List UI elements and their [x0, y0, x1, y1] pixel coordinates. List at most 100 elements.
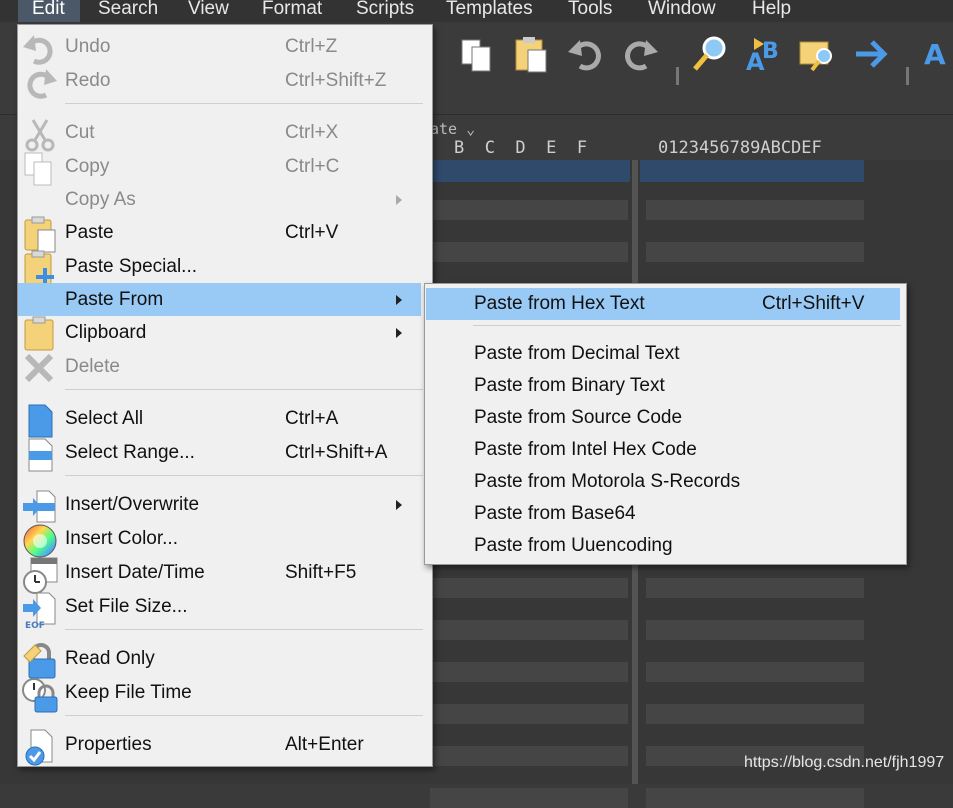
svg-text:EOF: EOF	[25, 621, 45, 628]
toolbar-separator	[906, 67, 909, 85]
lock-icon	[23, 643, 56, 679]
menu-format[interactable]: Format	[262, 0, 322, 22]
menu-window[interactable]: Window	[648, 0, 716, 22]
submenu-item-paste-from-binary-text[interactable]: Paste from Binary Text	[426, 370, 904, 402]
menu-item-properties[interactable]: Properties Alt+Enter	[18, 728, 430, 766]
hex-row-stripe	[430, 200, 628, 220]
find-in-files-toolbar-button[interactable]	[798, 34, 838, 74]
watermark: https://blog.csdn.net/fjh1997	[744, 754, 945, 771]
menu-item-read-only[interactable]: Read Only	[18, 642, 430, 679]
hex-row-stripe	[430, 704, 628, 724]
menu-item-undo[interactable]: Undo Ctrl+Z	[18, 30, 430, 65]
arrow-right-icon	[856, 40, 888, 68]
submenu-item-label: Paste from Hex Text	[474, 293, 645, 314]
menu-item-copy[interactable]: Copy Ctrl+C	[18, 150, 430, 186]
goto-toolbar-button[interactable]	[852, 34, 892, 74]
menu-item-set-file-size[interactable]: EOF Set File Size...	[18, 590, 430, 631]
submenu-item-paste-from-uuencoding[interactable]: Paste from Uuencoding	[426, 530, 904, 562]
file-size-icon: EOF	[23, 592, 56, 631]
submenu-item-shortcut: Ctrl+Shift+V	[762, 293, 865, 314]
menu-edit[interactable]: Edit	[18, 0, 80, 22]
submenu-item-label: Paste from Uuencoding	[474, 535, 673, 556]
cut-icon	[25, 119, 55, 152]
hex-row-stripe	[646, 788, 864, 808]
menu-item-clipboard[interactable]: Clipboard	[18, 316, 430, 351]
cut-icon-wrap	[21, 116, 59, 154]
submenu-item-paste-from-intel-hex-code[interactable]: Paste from Intel Hex Code	[426, 434, 904, 466]
delete-icon-wrap	[21, 350, 59, 388]
delete-icon	[24, 353, 54, 383]
menu-item-label: Delete	[65, 356, 120, 377]
menu-item-label: Insert Color...	[65, 528, 178, 549]
submenu-item-paste-from-decimal-text[interactable]: Paste from Decimal Text	[426, 338, 904, 370]
select-range-icon-wrap	[21, 436, 59, 474]
undo-toolbar-button[interactable]	[566, 34, 606, 74]
menu-item-insert-color[interactable]: Insert Color...	[18, 522, 430, 558]
menu-scripts[interactable]: Scripts	[356, 0, 414, 22]
menu-item-label: Select Range...	[65, 442, 195, 463]
calendar-clock-icon-wrap	[21, 556, 59, 594]
menu-item-keep-file-time[interactable]: Keep File Time	[18, 676, 430, 713]
menu-item-insert-overwrite[interactable]: Insert/Overwrite	[18, 488, 430, 523]
hex-row-stripe	[646, 704, 864, 724]
find-toolbar-button[interactable]	[690, 34, 730, 74]
submenu-item-label: Paste from Base64	[474, 503, 636, 524]
paste-icon-wrap	[21, 216, 59, 254]
menu-item-label: Cut	[65, 122, 95, 143]
select-range-icon	[28, 438, 53, 472]
hex-row-stripe	[646, 200, 864, 220]
select-all-icon	[28, 404, 53, 438]
menu-item-select-all[interactable]: Select All Ctrl+A	[18, 402, 430, 438]
copy-toolbar-button[interactable]	[458, 34, 498, 74]
menu-item-paste-from[interactable]: Paste From	[18, 283, 421, 316]
menu-separator	[65, 475, 423, 476]
menu-tools[interactable]: Tools	[568, 0, 612, 22]
menu-help[interactable]: Help	[752, 0, 791, 22]
menu-edit-label: Edit	[32, 0, 65, 19]
menu-view[interactable]: View	[188, 0, 229, 22]
paste-toolbar-button[interactable]	[512, 34, 552, 74]
submenu-item-paste-from-source-code[interactable]: Paste from Source Code	[426, 402, 904, 434]
submenu-item-paste-from-base64[interactable]: Paste from Base64	[426, 498, 904, 530]
copy-icon	[461, 39, 491, 72]
menu-item-cut[interactable]: Cut Ctrl+X	[18, 116, 430, 152]
menu-item-paste[interactable]: Paste Ctrl+V	[18, 216, 430, 253]
redo-toolbar-button[interactable]	[620, 34, 660, 74]
submenu-item-label: Paste from Decimal Text	[474, 343, 680, 364]
hex-row-stripe	[646, 242, 864, 262]
menu-item-copy-as[interactable]: Copy As	[18, 183, 430, 216]
paste-icon	[24, 216, 56, 253]
menu-item-label: Copy As	[65, 189, 136, 210]
menubar: Edit Search View Format Scripts Template…	[0, 0, 953, 22]
selected-row-ascii	[640, 160, 864, 182]
menu-templates[interactable]: Templates	[446, 0, 533, 22]
menu-item-paste-special[interactable]: Paste Special...	[18, 250, 430, 286]
template-dropdown[interactable]: ate ⌄	[430, 120, 475, 138]
font-toolbar-button[interactable]: A	[922, 34, 953, 74]
submenu-item-label: Paste from Binary Text	[474, 375, 665, 396]
menu-item-shortcut: Ctrl+V	[285, 222, 339, 243]
color-wheel-icon	[23, 524, 57, 558]
replace-toolbar-button[interactable]: AB	[744, 34, 784, 76]
chevron-down-icon: ⌄	[466, 120, 476, 138]
hex-row-stripe	[430, 620, 628, 640]
lock-icon-wrap	[21, 642, 59, 680]
submenu-item-paste-from-motorola-s-records[interactable]: Paste from Motorola S-Records	[426, 466, 904, 498]
menu-item-select-range[interactable]: Select Range... Ctrl+Shift+A	[18, 436, 430, 472]
menu-item-insert-date-time[interactable]: Insert Date/Time Shift+F5	[18, 556, 430, 594]
menu-item-redo[interactable]: Redo Ctrl+Shift+Z	[18, 64, 430, 99]
menu-search[interactable]: Search	[98, 0, 158, 22]
undo-icon	[23, 35, 53, 65]
submenu-arrow-icon	[396, 500, 402, 510]
hex-row-stripe	[646, 620, 864, 640]
undo-icon	[568, 40, 601, 71]
submenu-item-paste-from-hex-text[interactable]: Paste from Hex Text Ctrl+Shift+V	[426, 288, 900, 320]
menu-item-label: Copy	[65, 156, 110, 177]
lock-clock-icon-wrap	[21, 676, 59, 714]
calendar-clock-icon	[23, 557, 58, 594]
menu-item-label: Undo	[65, 36, 111, 57]
hex-row-stripe	[430, 242, 628, 262]
hex-row-stripe	[646, 578, 864, 598]
menu-item-shortcut: Ctrl+C	[285, 156, 340, 177]
menu-item-delete[interactable]: Delete	[18, 350, 430, 383]
